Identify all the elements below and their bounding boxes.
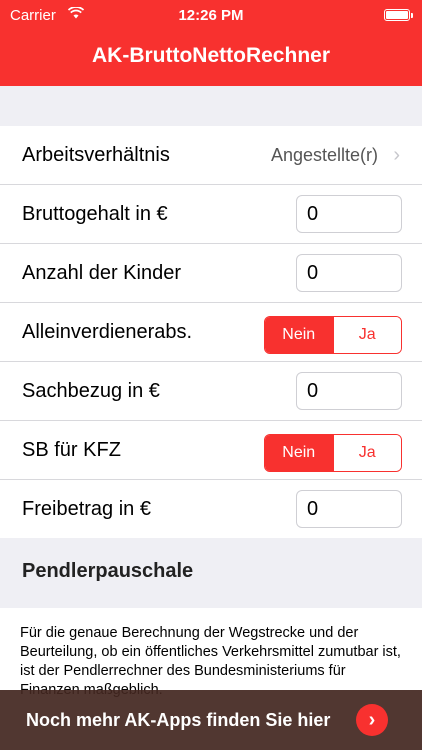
chevron-right-icon[interactable]: ›	[356, 704, 388, 736]
pendler-section-header: Pendlerpauschale	[0, 540, 422, 608]
pendler-info-text: Für die genaue Berechnung der Wegstrecke…	[20, 625, 401, 698]
bruttogehalt-label: Bruttogehalt in €	[22, 203, 168, 225]
sachbezug-input[interactable]: 0	[296, 372, 402, 410]
kinder-input[interactable]: 0	[296, 254, 402, 292]
sachbezug-label: Sachbezug in €	[22, 380, 160, 402]
arbeitsverhaeltnis-row[interactable]: Arbeitsverhältnis Angestellte(r) ›	[0, 126, 422, 185]
pendler-title: Pendlerpauschale	[22, 560, 194, 582]
arbeitsverhaeltnis-value: Angestellte(r)	[270, 145, 378, 165]
sachbezug-row: Sachbezug in € 0	[0, 362, 422, 421]
status-bar: Carrier 12:26 PM	[0, 0, 422, 30]
sb-kfz-label: SB für KFZ	[22, 439, 121, 461]
chevron-right-icon: ›	[393, 144, 400, 166]
page-title: AK-BruttoNettoRechner	[92, 44, 330, 67]
nav-header: Carrier 12:26 PM AK-BruttoNettoRechner	[0, 0, 422, 86]
alleinverdiener-segmented-control: Nein Ja	[264, 316, 402, 354]
bruttogehalt-input[interactable]: 0	[296, 195, 402, 233]
alleinverdiener-nein-option[interactable]: Nein	[265, 317, 333, 353]
sb-kfz-nein-option[interactable]: Nein	[265, 435, 333, 471]
battery-icon	[384, 9, 413, 21]
kinder-label: Anzahl der Kinder	[22, 262, 181, 284]
sb-kfz-ja-option[interactable]: Ja	[332, 435, 401, 471]
bruttogehalt-row: Bruttogehalt in € 0	[0, 185, 422, 244]
kinder-row: Anzahl der Kinder 0	[0, 244, 422, 303]
more-apps-banner[interactable]: Noch mehr AK-Apps finden Sie hier ›	[0, 690, 422, 750]
sb-kfz-segmented-control: Nein Ja	[264, 434, 402, 472]
status-time: 12:26 PM	[178, 7, 244, 24]
more-apps-label: Noch mehr AK-Apps finden Sie hier	[26, 710, 331, 730]
alleinverdiener-label: Alleinverdienerabs.	[22, 321, 193, 343]
sb-kfz-row: SB für KFZ Nein Ja	[0, 421, 422, 480]
top-spacer	[0, 86, 422, 126]
calculator-form: Arbeitsverhältnis Angestellte(r) › Brutt…	[0, 126, 422, 538]
freibetrag-row: Freibetrag in € 0	[0, 480, 422, 538]
alleinverdiener-row: Alleinverdienerabs. Nein Ja	[0, 303, 422, 362]
arbeitsverhaeltnis-label: Arbeitsverhältnis	[22, 144, 170, 166]
alleinverdiener-ja-option[interactable]: Ja	[332, 317, 401, 353]
freibetrag-input[interactable]: 0	[296, 490, 402, 528]
freibetrag-label: Freibetrag in €	[22, 498, 151, 520]
